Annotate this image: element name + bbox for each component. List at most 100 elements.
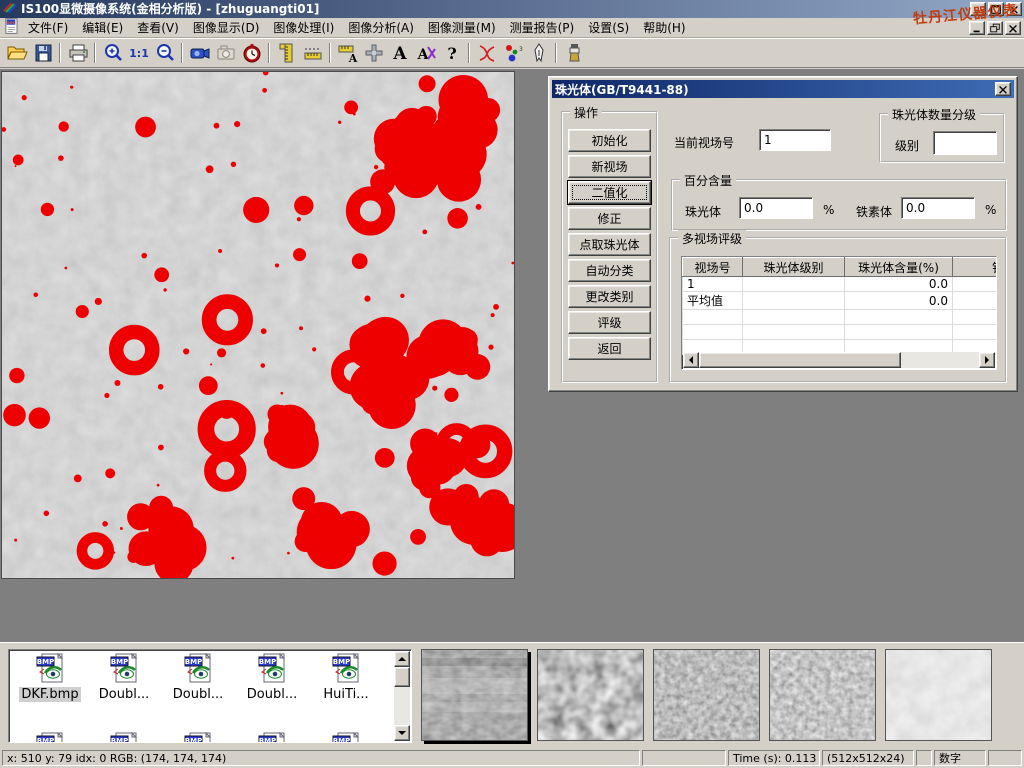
op-button-7[interactable]: 评级 [568,311,651,334]
scroll-track[interactable] [699,352,979,368]
thumbnail-2[interactable] [653,649,760,741]
brush-icon[interactable] [561,41,586,65]
op-button-3[interactable]: 修正 [568,207,651,230]
title-bar: IS100显微摄像系统(金相分析版) - [zhuguangti01] [0,0,1024,18]
scroll-right-button[interactable] [979,352,995,368]
ferrite-percent-input[interactable] [901,197,975,219]
camera-icon[interactable] [213,41,238,65]
thumbnail-4[interactable] [885,649,992,741]
pearlite-percent-input[interactable] [739,197,813,219]
table-col-2[interactable]: 珠光体含量(%) [845,258,953,277]
letter-a-icon[interactable]: A [387,41,412,65]
file-item-3[interactable]: BMPDoubl... [235,653,309,702]
grade-table[interactable]: 视场号珠光体级别珠光体含量(%)铁素体含量(%)1 0.0 平均值 0.0 [682,257,997,355]
menu-item-2[interactable]: 查看(V) [130,17,186,38]
mdi-restore-button[interactable] [987,21,1003,35]
table-row[interactable] [683,325,998,340]
window-minimize-button[interactable] [970,2,986,16]
operations-group: 操作 初始化新视场二值化修正点取珠光体自动分类更改类别评级返回 [561,111,658,383]
table-cell [683,325,743,340]
toolbar-separator [94,43,96,63]
open-icon[interactable] [4,41,29,65]
thumbnail-0[interactable] [421,649,528,741]
mdi-minimize-button[interactable] [969,21,985,35]
grid-move-icon[interactable] [361,41,386,65]
thumbnail-strip [421,649,992,741]
scroll-track[interactable] [394,667,410,725]
one-to-one-icon[interactable]: 1:1 [126,41,151,65]
op-button-4[interactable]: 点取珠光体 [568,233,651,256]
bmp-file-icon: BMP [34,653,66,686]
current-field-label: 当前视场号 [674,134,734,151]
save-icon[interactable] [30,41,55,65]
print-icon[interactable] [65,41,90,65]
op-button-1[interactable]: 新视场 [568,155,651,178]
scroll-left-button[interactable] [683,352,699,368]
menu-item-1[interactable]: 编辑(E) [75,17,130,38]
color-dots-icon[interactable]: 3 [500,41,525,65]
file-item-row2-0[interactable]: BMP [13,732,87,743]
mdi-close-button[interactable] [1005,21,1021,35]
svg-text:BMP: BMP [37,737,54,743]
file-item-row2-2[interactable]: BMP [161,732,235,743]
menu-item-0[interactable]: 文件(F) [21,17,75,38]
table-col-3[interactable]: 铁素体含量(%) [953,258,998,277]
video-camera-icon[interactable] [187,41,212,65]
file-item-row2-1[interactable]: BMP [87,732,161,743]
menu-item-3[interactable]: 图像显示(D) [186,17,267,38]
menu-item-5[interactable]: 图像分析(A) [341,17,421,38]
svg-text:?: ? [447,44,456,63]
table-row[interactable]: 1 0.0 [683,277,998,292]
table-col-1[interactable]: 珠光体级别 [743,258,845,277]
bmp-file-icon: BMP [108,653,140,686]
svg-text:3: 3 [519,46,523,53]
help-icon[interactable]: ? [439,41,464,65]
zoom-in-icon[interactable] [100,41,125,65]
window-maximize-button[interactable] [988,2,1004,16]
menu-item-4[interactable]: 图像处理(I) [266,17,341,38]
caliper-v-icon[interactable] [274,41,299,65]
letter-a-style-icon[interactable]: A [413,41,438,65]
op-button-6[interactable]: 更改类别 [568,285,651,308]
file-item-0[interactable]: BMPDKF.bmp [13,653,87,702]
dialog-close-button[interactable] [995,82,1011,96]
scroll-thumb[interactable] [699,352,901,368]
file-item-2[interactable]: BMPDoubl... [161,653,235,702]
scroll-down-button[interactable] [394,725,410,741]
thumbnail-1[interactable] [537,649,644,741]
menu-item-7[interactable]: 测量报告(P) [503,17,582,38]
grade-level-input[interactable] [933,131,997,155]
ruler-h-icon[interactable] [300,41,325,65]
scroll-up-button[interactable] [394,651,410,667]
table-row[interactable] [683,310,998,325]
menu-item-6[interactable]: 图像测量(M) [421,17,503,38]
current-field-input[interactable] [759,129,831,151]
op-button-5[interactable]: 自动分类 [568,259,651,282]
file-browser-scrollbar[interactable] [394,651,410,741]
table-col-0[interactable]: 视场号 [683,258,743,277]
thumbnail-3[interactable] [769,649,876,741]
scroll-thumb[interactable] [394,667,410,687]
file-item-4[interactable]: BMPHuiTi... [309,653,383,702]
op-button-0[interactable]: 初始化 [568,129,651,152]
bmp-file-icon: BMP [256,732,288,743]
zoom-out-icon[interactable] [152,41,177,65]
menu-item-8[interactable]: 设置(S) [581,17,636,38]
operation-buttons: 初始化新视场二值化修正点取珠光体自动分类更改类别评级返回 [568,129,651,360]
file-item-row2-4[interactable]: BMP [309,732,383,743]
microscope-image[interactable] [1,71,515,579]
pen-icon[interactable] [526,41,551,65]
table-cell [953,310,998,325]
caliper-a-icon[interactable]: A [335,41,360,65]
file-item-row2-3[interactable]: BMP [235,732,309,743]
timer-icon[interactable] [239,41,264,65]
table-row[interactable]: 平均值 0.0 [683,292,998,310]
op-button-2[interactable]: 二值化 [568,181,651,204]
menu-item-9[interactable]: 帮助(H) [636,17,692,38]
window-close-button[interactable] [1006,2,1022,16]
curve-icon[interactable] [474,41,499,65]
op-button-8[interactable]: 返回 [568,337,651,360]
window-controls [970,2,1022,16]
table-horizontal-scrollbar[interactable] [683,352,995,368]
file-item-1[interactable]: BMPDoubl... [87,653,161,702]
